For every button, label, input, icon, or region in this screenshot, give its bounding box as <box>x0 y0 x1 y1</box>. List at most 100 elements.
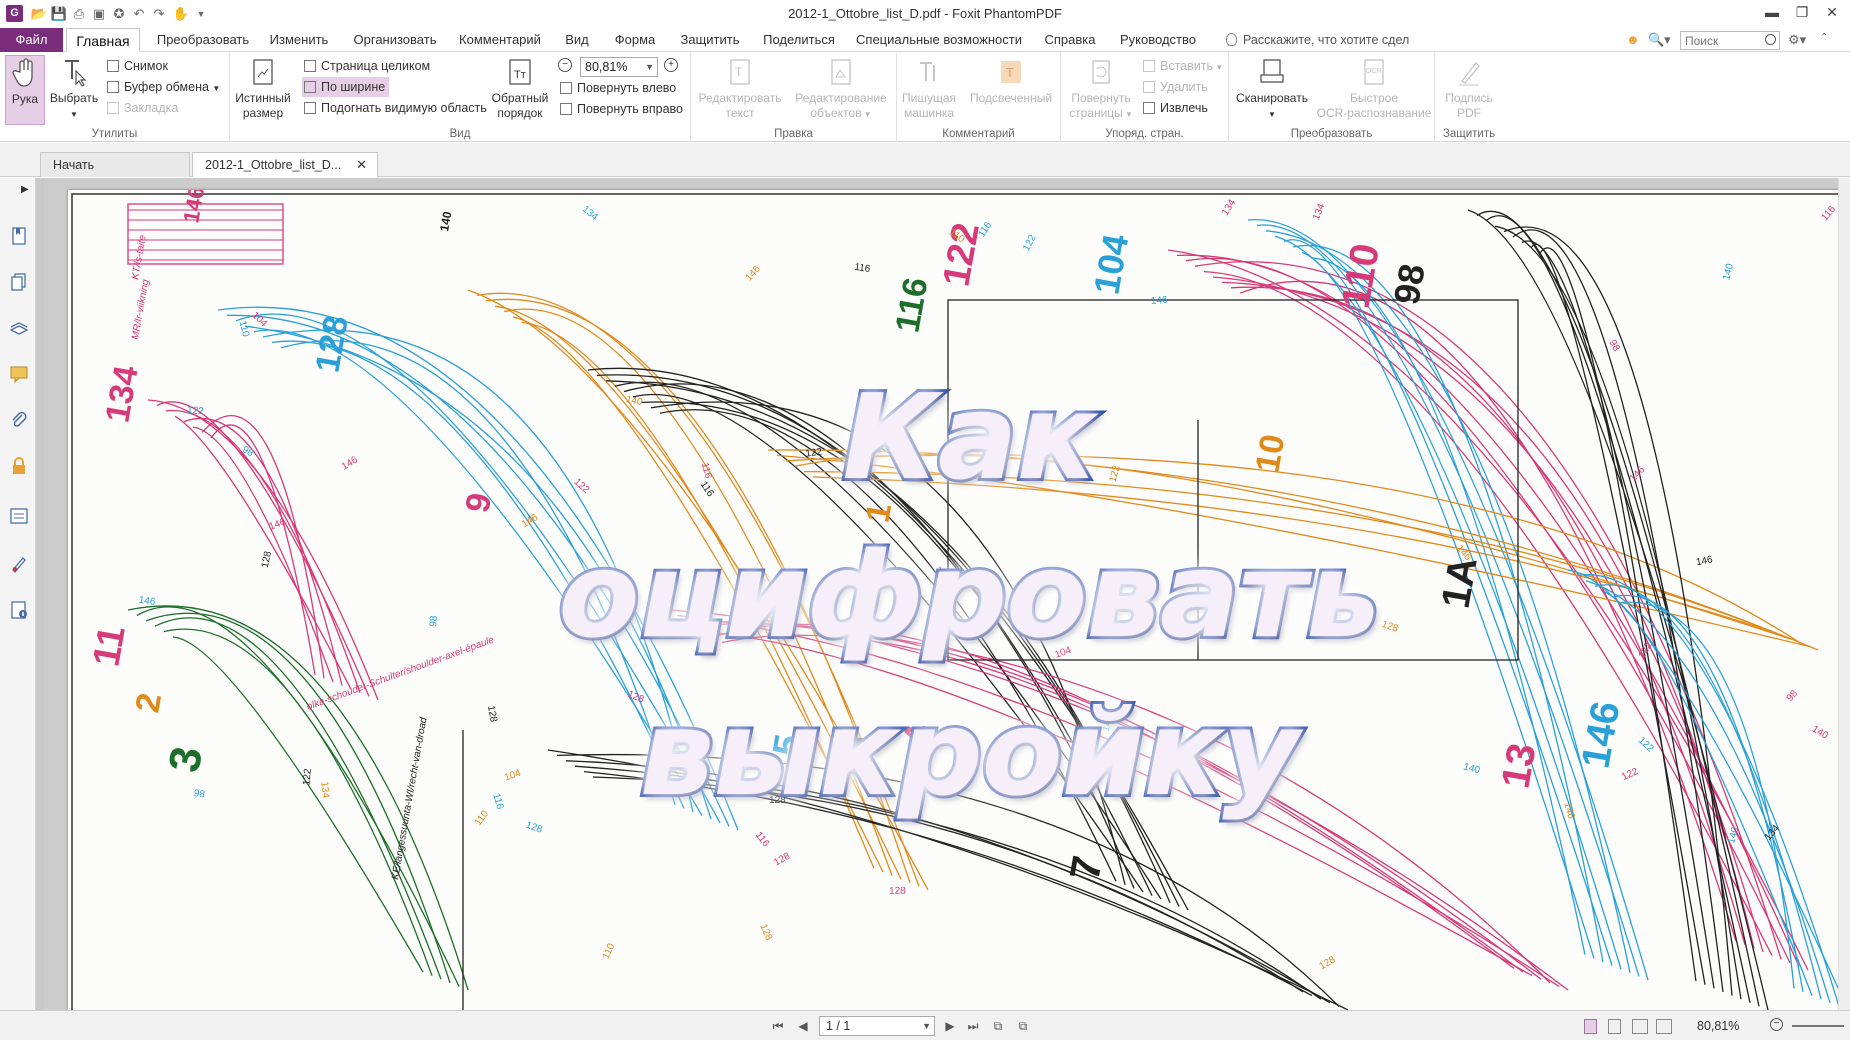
fit-width-button[interactable]: По ширине <box>302 77 390 97</box>
document-canvas[interactable]: 146 140 134 128 122 116 110 104 98 9 10 1 1A 11 2 3 4 5 6 7… <box>44 178 1850 1010</box>
search-field[interactable] <box>1680 31 1780 50</box>
expand-panel-icon[interactable]: ▶ <box>21 184 29 195</box>
comments-panel-icon[interactable] <box>9 364 29 384</box>
rotate-right-icon <box>560 103 572 115</box>
sidebar-splitter[interactable] <box>36 178 44 1010</box>
vertical-scrollbar[interactable] <box>1838 178 1850 1010</box>
close-tab-icon[interactable]: ✕ <box>356 153 367 177</box>
clipboard-button[interactable]: Буфер обмена ▼ <box>105 77 220 97</box>
zoom-slider[interactable] <box>1792 1025 1844 1027</box>
signature-panel-icon[interactable] <box>9 554 29 574</box>
edit-object-dropdown-icon[interactable]: ▼ <box>861 110 872 119</box>
edit-text-button[interactable]: T Редактировать текст <box>695 55 785 125</box>
tab-view[interactable]: Вид <box>557 28 597 52</box>
tab-convert[interactable]: Преобразовать <box>148 28 258 52</box>
first-page-icon[interactable]: ⏮ <box>770 1018 786 1034</box>
snapshot-button[interactable]: Снимок <box>105 56 168 76</box>
smiley-feedback-icon[interactable]: ☻ <box>1626 32 1640 47</box>
pattern-size-label: 134 <box>580 204 600 223</box>
bookmarks-panel-icon[interactable] <box>9 226 29 246</box>
pattern-piece-number: 98 <box>1386 261 1433 308</box>
select-tool-button[interactable]: Выбрать ▼ <box>48 55 100 125</box>
next-view-icon[interactable]: ⧉ <box>1015 1018 1031 1034</box>
next-page-icon[interactable]: ▶ <box>942 1018 958 1034</box>
last-page-icon[interactable]: ⏭ <box>965 1018 981 1034</box>
pages-panel-icon[interactable] <box>9 272 29 292</box>
minimize-button[interactable]: ▬ <box>1760 2 1784 22</box>
attachments-panel-icon[interactable] <box>9 410 29 430</box>
document-info-icon[interactable] <box>9 600 29 620</box>
hand-tool-button[interactable]: Рука <box>5 55 45 125</box>
tab-home[interactable]: Главная <box>66 28 140 52</box>
fit-page-button[interactable]: Страница целиком <box>302 56 430 76</box>
pattern-piece-number: 13 <box>1494 740 1545 791</box>
status-zoom-out-icon[interactable]: − <box>1770 1018 1783 1031</box>
search-input[interactable] <box>1681 32 1759 49</box>
tab-share[interactable]: Поделиться <box>757 28 841 52</box>
insert-pages-button[interactable]: Вставить ▼ <box>1141 56 1223 76</box>
zoom-select[interactable]: 80,81% ▼ <box>580 57 658 77</box>
layers-panel-icon[interactable] <box>9 318 29 338</box>
find-folder-icon[interactable]: 🔍▾ <box>1648 32 1671 48</box>
clipboard-dropdown-icon[interactable]: ▼ <box>212 84 220 93</box>
tab-help[interactable]: Справка <box>1040 28 1100 52</box>
pattern-cutting-line <box>574 765 1322 1000</box>
close-window-button[interactable]: ✕ <box>1820 2 1844 22</box>
continuous-facing-view-icon[interactable] <box>1656 1019 1672 1034</box>
edit-text-icon: T <box>730 59 750 85</box>
rotate-left-button[interactable]: Повернуть влево <box>558 78 676 98</box>
page-number-field[interactable]: 1 / 1 ▼ <box>819 1016 935 1036</box>
tab-file[interactable]: Файл <box>0 28 63 52</box>
facing-view-icon[interactable] <box>1632 1019 1648 1034</box>
select-dropdown-arrow-icon[interactable]: ▼ <box>70 110 78 119</box>
highlight-button[interactable]: T Подсвеченный <box>963 55 1059 125</box>
group-label-protect: Защитить <box>1442 128 1496 140</box>
single-page-view-icon[interactable] <box>1584 1019 1597 1034</box>
scan-button[interactable]: Сканировать ▼ <box>1233 55 1311 125</box>
previous-page-icon[interactable]: ◀ <box>795 1018 811 1034</box>
rotate-pages-label-1: Повернуть <box>1071 91 1131 105</box>
pattern-size-label: 134 <box>1220 197 1238 217</box>
tab-document[interactable]: 2012-1_Ottobre_list_D... ✕ <box>192 152 378 177</box>
camera-icon <box>107 60 119 72</box>
pattern-size-label: 128 <box>524 820 544 836</box>
tab-organize[interactable]: Организовать <box>345 28 445 52</box>
tell-me-box[interactable]: Расскажите, что хотите сдел <box>1226 28 1409 52</box>
form-fields-panel-icon[interactable] <box>9 506 29 526</box>
reverse-order-button[interactable]: Tт Обратный порядок <box>488 55 552 125</box>
tab-edit[interactable]: Изменить <box>262 28 336 52</box>
security-lock-icon[interactable] <box>9 456 29 476</box>
zoom-in-icon[interactable]: + <box>664 58 678 72</box>
actual-size-button[interactable]: Истинный размер <box>232 55 294 125</box>
scan-dropdown-icon[interactable]: ▼ <box>1268 110 1276 119</box>
restore-button[interactable]: ❐ <box>1790 2 1814 22</box>
tab-guide[interactable]: Руководство <box>1112 28 1204 52</box>
tab-start-page[interactable]: Начать <box>40 152 190 177</box>
tab-comment[interactable]: Комментарий <box>452 28 548 52</box>
bookmark-button[interactable]: Закладка <box>105 98 178 118</box>
zoom-dropdown-icon[interactable]: ▼ <box>645 58 654 76</box>
insert-dropdown-icon[interactable]: ▼ <box>1213 63 1223 72</box>
continuous-view-icon[interactable] <box>1608 1019 1621 1034</box>
rotate-right-button[interactable]: Повернуть вправо <box>558 99 683 119</box>
quick-ocr-button[interactable]: OCR Быстрое OCR-распознавание <box>1315 55 1433 125</box>
edit-object-button[interactable]: Редактирование объектов ▼ <box>789 55 893 125</box>
zoom-out-icon[interactable]: − <box>558 58 572 72</box>
typewriter-button[interactable]: Пишущая машинка <box>899 55 959 125</box>
rotate-pages-dropdown-icon[interactable]: ▼ <box>1123 110 1133 119</box>
rotate-pages-button[interactable]: Повернуть страницы ▼ <box>1065 55 1137 125</box>
extract-pages-button[interactable]: Извлечь <box>1141 98 1208 118</box>
search-icon[interactable] <box>1765 34 1776 45</box>
tab-protect[interactable]: Защитить <box>672 28 748 52</box>
page-dropdown-icon[interactable]: ▼ <box>922 1017 931 1035</box>
ribbon-collapse-icon[interactable]: ⌃ <box>1820 32 1828 43</box>
fit-visible-button[interactable]: Подогнать видимую область <box>302 98 487 118</box>
previous-view-icon[interactable]: ⧉ <box>990 1018 1006 1034</box>
sign-pdf-button[interactable]: Подпись PDF <box>1439 55 1499 125</box>
tab-form[interactable]: Форма <box>607 28 663 52</box>
tab-accessibility[interactable]: Специальные возможности <box>855 28 1023 52</box>
delete-pages-button[interactable]: Удалить <box>1141 77 1208 97</box>
settings-gear-icon[interactable]: ⚙▾ <box>1788 32 1806 48</box>
pattern-cutting-line <box>703 630 1533 977</box>
group-edit: T Редактировать текст Редактирование объек… <box>691 53 897 142</box>
